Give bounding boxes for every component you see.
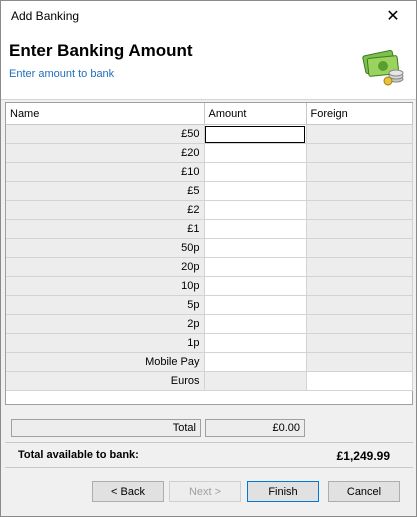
back-button[interactable]: < Back	[92, 481, 164, 502]
amount-cell[interactable]	[204, 276, 307, 296]
page-subtitle: Enter amount to bank	[9, 68, 115, 80]
row-name: £5	[6, 181, 205, 201]
amount-cell[interactable]	[204, 238, 307, 258]
row-name: 5p	[6, 295, 205, 315]
close-icon[interactable]: ✕	[370, 1, 416, 31]
table-row: £20	[6, 143, 413, 163]
column-header-foreign[interactable]: Foreign	[306, 103, 413, 125]
foreign-cell	[306, 314, 413, 334]
available-label: Total available to bank:	[18, 449, 139, 461]
table-row: Mobile Pay	[6, 352, 413, 372]
grid-header-row: Name Amount Foreign	[6, 103, 413, 125]
table-row: £1	[6, 219, 413, 239]
amount-cell[interactable]	[204, 219, 307, 239]
total-label: Total	[11, 419, 201, 437]
table-row: £5	[6, 181, 413, 201]
row-name: £2	[6, 200, 205, 220]
foreign-cell	[306, 181, 413, 201]
foreign-cell[interactable]	[306, 371, 413, 391]
foreign-cell	[306, 257, 413, 277]
row-name: 2p	[6, 314, 205, 334]
add-banking-dialog: Add Banking ✕ Enter Banking Amount Enter…	[0, 0, 417, 517]
foreign-cell	[306, 295, 413, 315]
row-name: Euros	[6, 371, 205, 391]
amount-cell[interactable]	[204, 314, 307, 334]
row-name: Mobile Pay	[6, 352, 205, 372]
window-title: Add Banking	[11, 9, 80, 23]
row-name: 50p	[6, 238, 205, 258]
row-name: £1	[6, 219, 205, 239]
page-title: Enter Banking Amount	[9, 41, 193, 60]
column-header-name[interactable]: Name	[6, 103, 205, 125]
row-name: £50	[6, 124, 205, 144]
row-name: 10p	[6, 276, 205, 296]
available-value: £1,249.99	[336, 449, 390, 463]
foreign-cell	[306, 333, 413, 353]
amount-cell[interactable]	[204, 333, 307, 353]
money-icon	[360, 41, 406, 90]
divider	[5, 442, 413, 443]
amount-cell[interactable]	[204, 124, 307, 144]
wizard-header: Enter Banking Amount Enter amount to ban…	[1, 31, 416, 100]
table-row: £2	[6, 200, 413, 220]
table-row: 1p	[6, 333, 413, 353]
amount-cell[interactable]	[204, 181, 307, 201]
title-bar: Add Banking ✕	[1, 1, 416, 31]
table-row: £10	[6, 162, 413, 182]
foreign-cell	[306, 162, 413, 182]
table-row: Euros	[6, 371, 413, 391]
foreign-cell	[306, 219, 413, 239]
banking-grid: Name Amount Foreign £50 £20 £10 £5 £2 £1…	[5, 102, 413, 405]
amount-cell[interactable]	[204, 143, 307, 163]
amount-cell[interactable]	[204, 162, 307, 182]
table-row: 20p	[6, 257, 413, 277]
finish-button[interactable]: Finish	[247, 481, 319, 502]
foreign-cell	[306, 352, 413, 372]
table-row: 2p	[6, 314, 413, 334]
divider	[5, 467, 413, 468]
next-button: Next >	[169, 481, 241, 502]
foreign-cell	[306, 276, 413, 296]
table-row: 50p	[6, 238, 413, 258]
foreign-cell	[306, 238, 413, 258]
table-row: 5p	[6, 295, 413, 315]
table-row: £50	[6, 124, 413, 144]
amount-cell	[204, 371, 307, 391]
amount-cell[interactable]	[204, 352, 307, 372]
foreign-cell	[306, 200, 413, 220]
foreign-cell	[306, 143, 413, 163]
table-row: 10p	[6, 276, 413, 296]
amount-cell[interactable]	[204, 257, 307, 277]
row-name: 20p	[6, 257, 205, 277]
column-header-amount[interactable]: Amount	[204, 103, 307, 125]
total-value: £0.00	[205, 419, 305, 437]
row-name: 1p	[6, 333, 205, 353]
amount-cell[interactable]	[204, 200, 307, 220]
foreign-cell	[306, 124, 413, 144]
row-name: £10	[6, 162, 205, 182]
row-name: £20	[6, 143, 205, 163]
amount-cell[interactable]	[204, 295, 307, 315]
cancel-button[interactable]: Cancel	[328, 481, 400, 502]
